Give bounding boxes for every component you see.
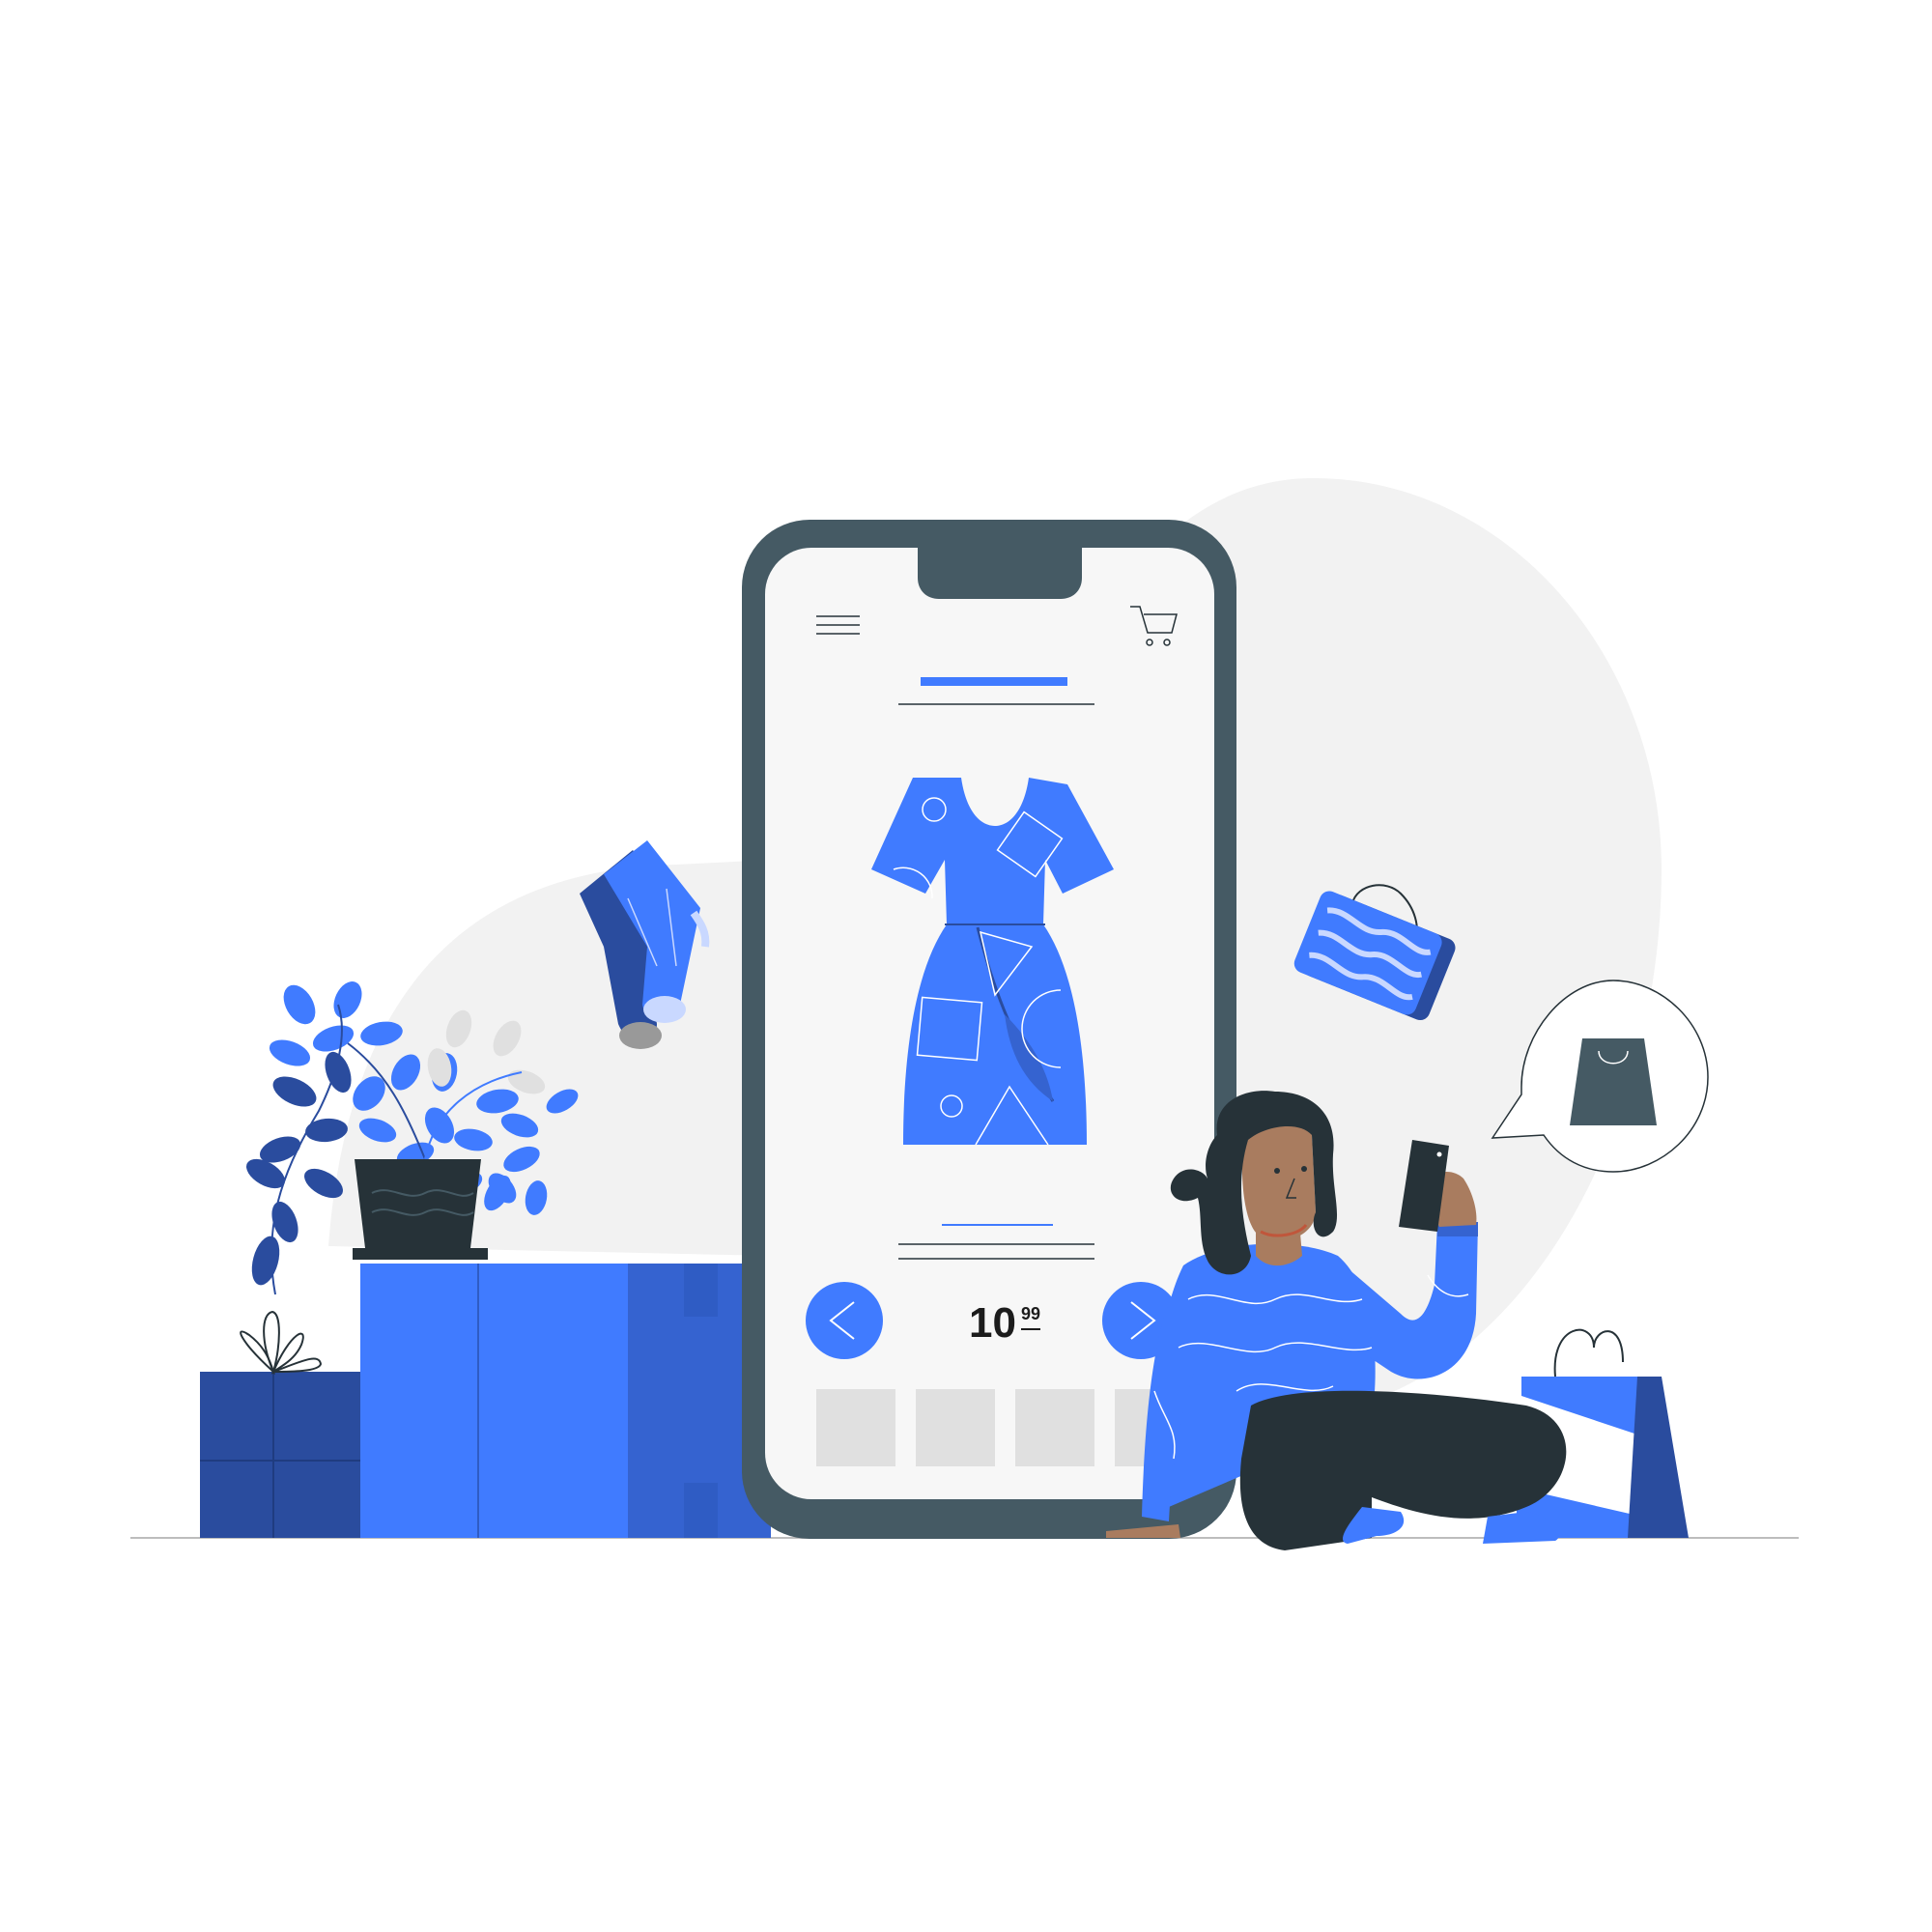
hamburger-menu-icon[interactable] xyxy=(802,609,860,638)
product-thumbnail[interactable] xyxy=(916,1389,995,1466)
shipping-box xyxy=(360,1264,771,1538)
price-cents: 99 xyxy=(1021,1304,1040,1323)
shopping-bag-icon xyxy=(1570,1038,1657,1125)
gift-box xyxy=(200,1310,362,1538)
plant-pot xyxy=(353,1159,488,1260)
product-thumbnail[interactable] xyxy=(816,1389,895,1466)
product-title-bar xyxy=(921,677,1067,686)
shopping-cart-icon[interactable] xyxy=(1125,599,1179,647)
illustration-canvas: 10 99 xyxy=(130,478,1799,1550)
price-whole: 10 xyxy=(969,1299,1016,1347)
product-thumbnail[interactable] xyxy=(1015,1389,1094,1466)
prev-button[interactable] xyxy=(806,1282,883,1359)
